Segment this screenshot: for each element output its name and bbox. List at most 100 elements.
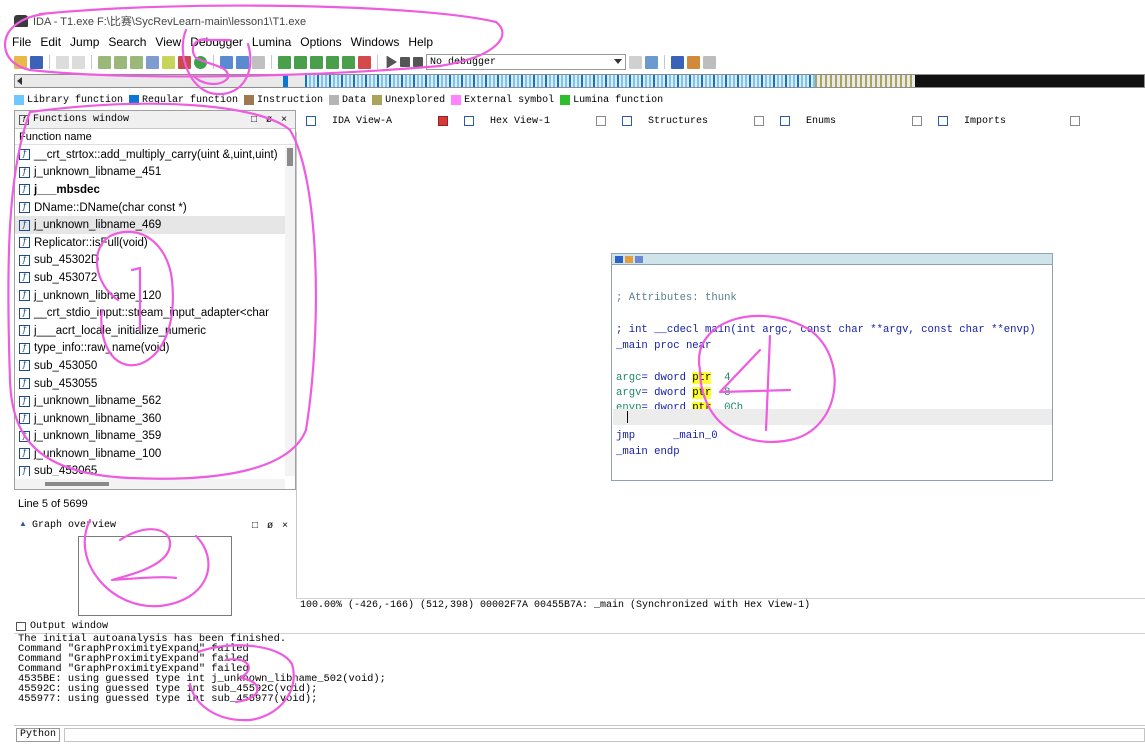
menu-file[interactable]: File [12, 35, 31, 49]
script-language-button[interactable]: Python [16, 727, 61, 742]
ida-view-graph[interactable]: ; Attributes: thunk ; int __cdecl main(i… [296, 132, 1145, 598]
navigation-band[interactable] [14, 74, 1145, 88]
jmp-target[interactable]: _main_0 [673, 430, 718, 442]
function-list-horizontal-scrollbar[interactable] [15, 479, 285, 489]
tab-close-icon[interactable] [754, 116, 764, 126]
function-list-item[interactable]: f sub_453065 [15, 463, 285, 476]
function-name: j_unknown_libname_359 [34, 430, 162, 443]
close-icon[interactable]: × [281, 114, 287, 125]
node-collapse-icon[interactable] [635, 255, 643, 263]
graph-overview-viewport[interactable] [78, 536, 232, 616]
data-icon[interactable] [162, 55, 175, 69]
open-file-icon[interactable] [14, 55, 27, 69]
run-analysis-icon[interactable] [194, 55, 207, 69]
stop-debug-icon[interactable] [413, 57, 423, 67]
function-list-item[interactable]: f Replicator::isFull(void) [15, 234, 285, 252]
code-icon[interactable] [146, 55, 159, 69]
stack-arg-name[interactable]: argv [616, 387, 641, 399]
proc-name[interactable]: _main [616, 340, 648, 352]
menu-edit[interactable]: Edit [40, 35, 61, 49]
node-group-icon[interactable] [625, 255, 633, 263]
jmp-instruction: jmp _main_0 [616, 430, 718, 442]
close-icon[interactable]: × [282, 520, 288, 531]
stack-arg-name[interactable]: argc [616, 372, 641, 384]
function-list-item[interactable]: f __crt_stdio_input::stream_input_adapter… [15, 304, 285, 322]
function-list-item[interactable]: f j___mbsdec [15, 181, 285, 199]
text-search-icon[interactable] [114, 55, 127, 69]
function-list-item[interactable]: f j_unknown_libname_469 [15, 216, 285, 234]
function-list-item[interactable]: f type_info::raw_name(void) [15, 340, 285, 358]
patch-icon[interactable] [278, 55, 291, 69]
tab-structures[interactable]: Structures [616, 112, 774, 130]
search-next-icon[interactable] [130, 55, 143, 69]
endp-name[interactable]: _main [616, 446, 648, 458]
function-list-item[interactable]: f j_unknown_libname_120 [15, 287, 285, 305]
add-struct-icon[interactable] [326, 55, 339, 69]
breakpoints-icon[interactable] [645, 55, 658, 69]
function-list-item[interactable]: f j_unknown_libname_360 [15, 410, 285, 428]
scrollbar-thumb[interactable] [45, 482, 109, 486]
function-list-item[interactable]: f __crt_strtox::add_multiply_carry(uint &… [15, 146, 285, 164]
menu-windows[interactable]: Windows [351, 35, 400, 49]
menu-options[interactable]: Options [300, 35, 341, 49]
navband-segment [553, 75, 555, 87]
legend-swatch [329, 95, 340, 105]
pause-debug-icon[interactable] [400, 57, 410, 67]
node-color-icon[interactable] [615, 255, 623, 263]
binary-search-icon[interactable] [98, 55, 111, 69]
function-list-item[interactable]: f j_unknown_libname_359 [15, 428, 285, 446]
function-list-vertical-scrollbar[interactable] [285, 146, 295, 476]
navband-segment [621, 75, 623, 87]
function-list-item[interactable]: f j_unknown_libname_562 [15, 392, 285, 410]
restore-icon[interactable]: □ [251, 114, 257, 125]
float-icon[interactable]: ø [267, 520, 273, 531]
restore-icon[interactable]: □ [252, 520, 258, 531]
tab-close-icon[interactable] [1070, 116, 1080, 126]
forward-arrow-icon[interactable] [72, 55, 85, 69]
tab-close-icon[interactable] [596, 116, 606, 126]
menu-search[interactable]: Search [108, 35, 146, 49]
function-list-item[interactable]: f sub_45302D [15, 252, 285, 270]
function-list-item[interactable]: f j_unknown_libname_451 [15, 164, 285, 182]
function-list-item[interactable]: f j_unknown_libname_100 [15, 445, 285, 463]
graph-node-main[interactable]: ; Attributes: thunk ; int __cdecl main(i… [611, 253, 1053, 481]
function-list-item[interactable]: f j___acrt_locale_initialize_numeric [15, 322, 285, 340]
menu-help[interactable]: Help [408, 35, 433, 49]
scrollbar-thumb[interactable] [287, 148, 293, 166]
float-icon[interactable]: ø [266, 114, 272, 125]
tab-hex-view-1[interactable]: Hex View-1 [458, 112, 616, 130]
strings-icon[interactable] [252, 55, 265, 69]
function-list-item[interactable]: f sub_453072 [15, 269, 285, 287]
function-list-item[interactable]: f DName::DName(char const *) [15, 199, 285, 217]
tab-close-icon[interactable] [438, 116, 448, 126]
menu-debugger[interactable]: Debugger [190, 35, 243, 49]
debugger-options-icon[interactable] [629, 55, 642, 69]
function-list-item[interactable]: f sub_453055 [15, 375, 285, 393]
graph-icon[interactable] [178, 55, 191, 69]
debugger-select[interactable]: No debugger [426, 54, 626, 70]
command-input[interactable] [64, 727, 1145, 742]
save-icon[interactable] [30, 55, 43, 69]
segments-icon[interactable] [220, 55, 233, 69]
lumina-diff-icon[interactable] [703, 55, 716, 69]
function-name-column-header[interactable]: Function name [15, 129, 295, 145]
lumina-pull-icon[interactable] [671, 55, 684, 69]
menu-lumina[interactable]: Lumina [252, 35, 291, 49]
names-icon[interactable] [236, 55, 249, 69]
menu-jump[interactable]: Jump [70, 35, 99, 49]
start-debug-icon[interactable] [386, 55, 397, 69]
tab-ida-view-a[interactable]: IDA View-A [300, 112, 458, 130]
assemble-icon[interactable] [310, 55, 323, 69]
tab-close-icon[interactable] [912, 116, 922, 126]
delete-icon[interactable] [358, 55, 371, 69]
navband-segment [641, 75, 643, 87]
add-enum-icon[interactable] [342, 55, 355, 69]
lumina-push-icon[interactable] [687, 55, 700, 69]
menu-view[interactable]: View [155, 35, 181, 49]
tab-enums[interactable]: Enums [774, 112, 932, 130]
patch-bytes-icon[interactable] [294, 55, 307, 69]
tab-imports[interactable]: Imports [932, 112, 1090, 130]
navband-segment [870, 75, 872, 87]
function-list-item[interactable]: f sub_453050 [15, 357, 285, 375]
back-arrow-icon[interactable] [56, 55, 69, 69]
